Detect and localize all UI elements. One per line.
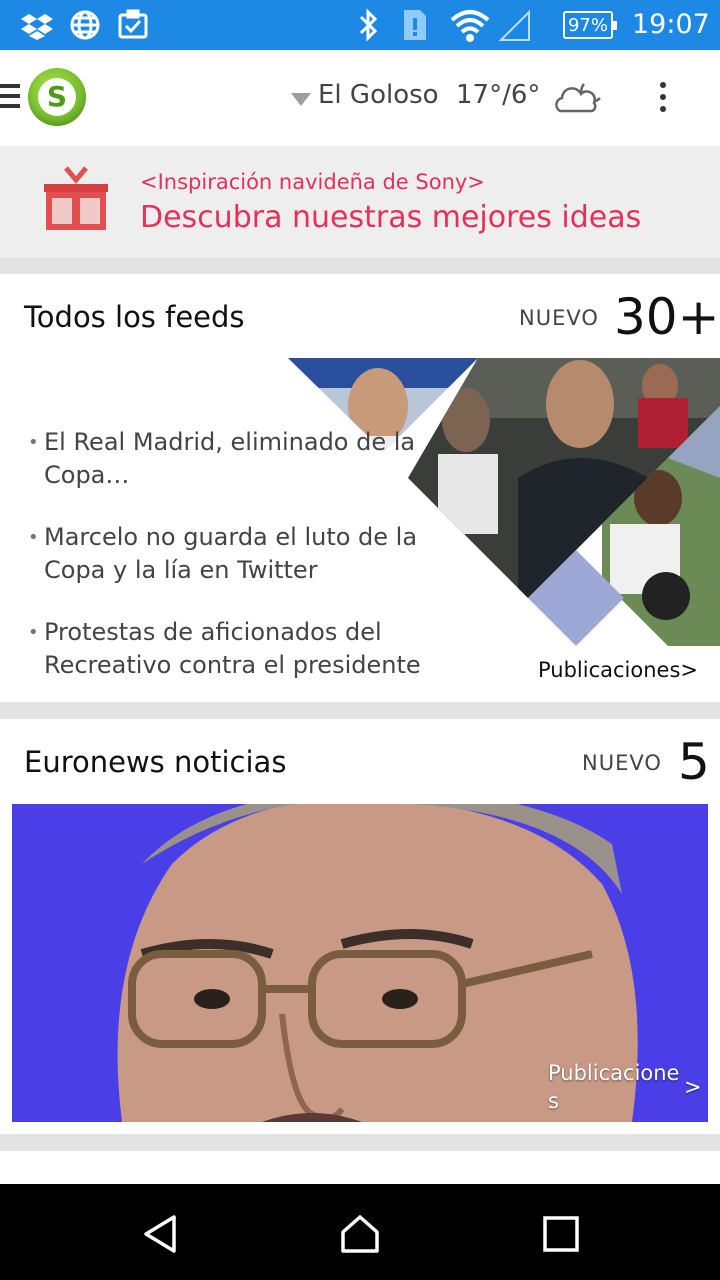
feed-item-text: Marcelo no guarda el luto de la Copa y l… xyxy=(44,523,418,584)
hamburger-menu-icon[interactable] xyxy=(0,84,20,112)
partly-cloudy-night-icon[interactable] xyxy=(554,78,606,116)
globe-icon xyxy=(70,10,100,40)
new-count: 5 xyxy=(678,733,710,791)
app-header: S El Goloso 17°/6° xyxy=(0,50,720,146)
publications-link-line2-text: s xyxy=(548,1089,559,1113)
location-dropdown-icon[interactable] xyxy=(291,93,311,106)
cell-signal-icon xyxy=(498,9,530,41)
publications-link[interactable]: Publicaciones> xyxy=(538,658,698,682)
gift-icon xyxy=(44,166,108,230)
new-label: NUEVO xyxy=(519,306,599,330)
feed-item-text: El Real Madrid, eliminado de la Copa… xyxy=(44,428,416,489)
status-bar: 97% 19:07 xyxy=(0,0,720,50)
bullet: • xyxy=(28,432,39,453)
promo-banner[interactable]: <Inspiración navideña de Sony> Descubra … xyxy=(0,146,720,258)
bullet: • xyxy=(28,622,39,643)
feed-item-text: Protestas de aficionados del Recreativo … xyxy=(44,618,421,679)
promo-subtitle: <Inspiración navideña de Sony> xyxy=(140,170,485,194)
new-count: 30+ xyxy=(614,288,720,346)
card-title: Euronews noticias xyxy=(24,745,287,779)
feed-item[interactable]: • Protestas de aficionados del Recreativ… xyxy=(28,616,424,682)
bullet: • xyxy=(28,527,39,548)
app-logo-letter: S xyxy=(38,78,76,116)
feed-item[interactable]: • Marcelo no guarda el luto de la Copa y… xyxy=(28,521,424,587)
news-photo-collage[interactable] xyxy=(288,358,720,646)
app-logo[interactable]: S xyxy=(28,68,86,126)
clock: 19:07 xyxy=(632,9,710,40)
feed-card-euronews[interactable]: Euronews noticias NUEVO 5 Publicacione s… xyxy=(0,719,720,1134)
feed-item[interactable]: • El Real Madrid, eliminado de la Copa… xyxy=(28,426,424,492)
battery-level: 97% xyxy=(567,14,608,36)
home-button[interactable] xyxy=(340,1214,380,1254)
publications-link-line1: Publicacione xyxy=(548,1061,680,1085)
temperature-label[interactable]: 17°/6° xyxy=(456,80,540,110)
alert-icon xyxy=(404,10,426,40)
wifi-icon xyxy=(450,10,490,42)
chevron-right-icon: > xyxy=(684,1075,702,1099)
back-button[interactable] xyxy=(140,1214,180,1254)
publications-link[interactable]: Publicacione s > xyxy=(548,1059,702,1115)
publications-link-line2: s > xyxy=(548,1075,702,1115)
promo-title: Descubra nuestras mejores ideas xyxy=(140,200,642,235)
bluetooth-icon xyxy=(359,8,378,42)
card-title: Todos los feeds xyxy=(24,300,245,334)
overflow-menu-icon[interactable] xyxy=(657,82,669,116)
dropbox-icon xyxy=(21,14,53,40)
new-label: NUEVO xyxy=(582,751,662,775)
clipboard-icon xyxy=(118,9,148,39)
location-label[interactable]: El Goloso xyxy=(318,80,439,110)
recents-button[interactable] xyxy=(541,1214,581,1254)
battery-icon: 97% xyxy=(563,11,617,39)
navigation-bar xyxy=(0,1184,720,1280)
feed-card-all[interactable]: Todos los feeds NUEVO 30+ • El Real Madr… xyxy=(0,274,720,702)
